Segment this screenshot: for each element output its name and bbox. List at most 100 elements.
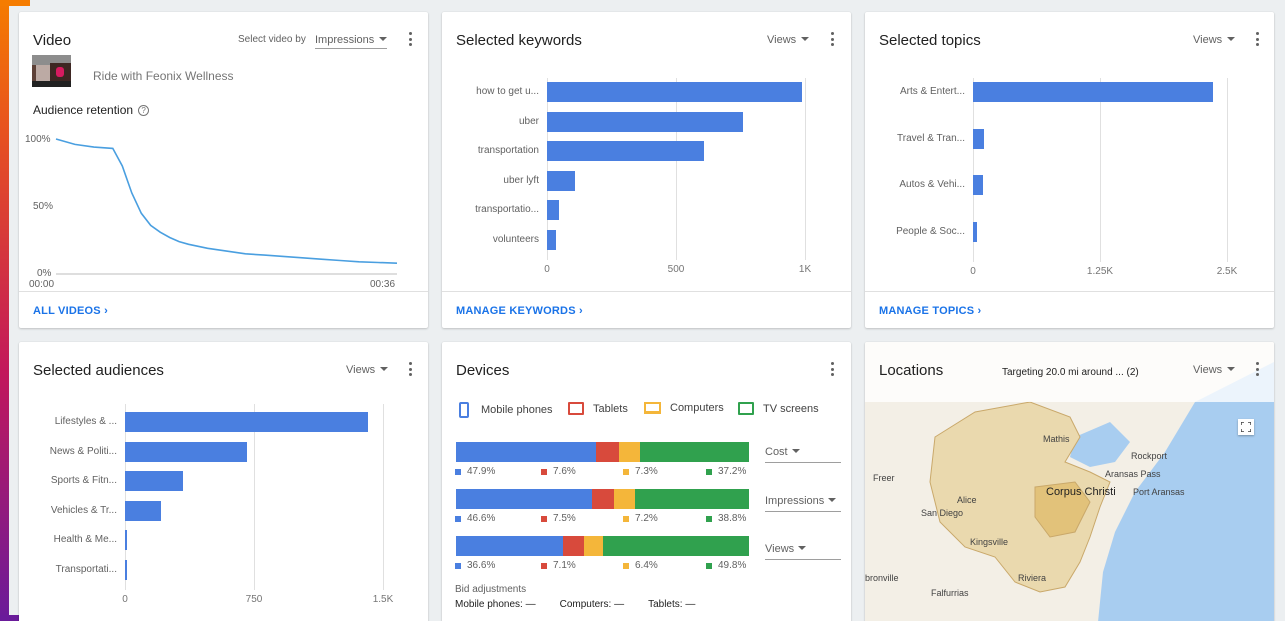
- more-options-icon[interactable]: [405, 30, 415, 48]
- device-share-label: 7.6%: [541, 466, 576, 477]
- footer-divider: [442, 291, 851, 292]
- fullscreen-glyph: [1241, 422, 1251, 432]
- topic-bar[interactable]: [973, 82, 1213, 102]
- chevron-down-icon: [798, 546, 807, 550]
- topic-category-label: Travel & Tran...: [897, 132, 965, 144]
- views-dropdown[interactable]: Views: [765, 543, 841, 560]
- device-share-value: 7.5%: [553, 513, 576, 524]
- keyword-category-label: how to get u...: [476, 86, 539, 97]
- all-videos-link[interactable]: ALL VIDEOS ›: [33, 305, 108, 317]
- more-options-icon[interactable]: [1252, 360, 1262, 378]
- stacked-bar-cost[interactable]: [456, 442, 749, 462]
- stacked-segment[interactable]: [456, 489, 593, 509]
- all-videos-link-text: ALL VIDEOS: [33, 305, 101, 317]
- audiences-bar-chart: 0 750 1.5K Lifestyles & ... News & Politi...…: [19, 342, 428, 621]
- legend-mobile-phones[interactable]: Mobile phones: [459, 402, 553, 418]
- keyword-bar[interactable]: [547, 229, 557, 250]
- stacked-segment[interactable]: [584, 536, 603, 556]
- legend-swatch: [706, 515, 712, 522]
- topics-card: Selected topics Views 0 1.25K 2.5K Arts & E…: [865, 12, 1274, 328]
- help-circle-icon[interactable]: ?: [138, 104, 150, 116]
- device-share-value: 7.6%: [553, 466, 576, 477]
- locations-metric-dropdown[interactable]: Views: [1193, 364, 1236, 376]
- audience-bar[interactable]: [125, 559, 127, 580]
- topic-bar[interactable]: [973, 221, 978, 242]
- keyword-gridline: [676, 78, 677, 260]
- stacked-segment[interactable]: [592, 489, 615, 509]
- targeting-text: Targeting 20.0 mi around ... (2): [1002, 367, 1139, 378]
- device-share-value: 46.6%: [467, 513, 496, 524]
- fullscreen-icon[interactable]: [1238, 419, 1254, 435]
- device-share-value: 7.1%: [553, 560, 576, 571]
- audience-bar[interactable]: [125, 471, 184, 491]
- x-tick-label: 00:36: [370, 279, 395, 290]
- chevron-down-icon: [828, 498, 837, 502]
- manage-keywords-link[interactable]: MANAGE KEYWORDS ›: [456, 305, 583, 317]
- bid-adjustments-label: Bid adjustments: [455, 584, 527, 595]
- stacked-bar-views[interactable]: [456, 536, 749, 556]
- stacked-segment[interactable]: [618, 442, 640, 462]
- audience-x-tick-label: 0: [122, 594, 128, 605]
- audience-bar[interactable]: [125, 530, 127, 550]
- keyword-bar[interactable]: [547, 141, 705, 161]
- audience-bar[interactable]: [125, 500, 162, 521]
- legend-tv-screens[interactable]: TV screens: [738, 402, 819, 415]
- device-share-label: 47.9%: [455, 466, 495, 477]
- tv-icon: [738, 402, 754, 415]
- locations-map[interactable]: [865, 342, 1274, 621]
- device-share-label: 38.8%: [706, 513, 746, 524]
- legend-swatch: [706, 562, 712, 569]
- topic-bar[interactable]: [973, 175, 984, 195]
- audience-x-tick-label: 750: [245, 594, 263, 605]
- more-options-icon[interactable]: [827, 360, 837, 378]
- keyword-bar[interactable]: [547, 200, 559, 220]
- x-tick-label: 00:00: [29, 279, 54, 290]
- video-thumbnail[interactable]: [32, 55, 71, 87]
- video-card: Video Select video by Impressions Ride w…: [19, 12, 428, 328]
- y-tick-label: 0%: [37, 268, 52, 279]
- legend-swatch: [455, 562, 461, 569]
- audience-category-label: Lifestyles & ...: [54, 416, 117, 427]
- device-share-label: 7.1%: [541, 560, 576, 571]
- legend-tablets[interactable]: Tablets: [568, 402, 628, 415]
- stacked-bar-impressions[interactable]: [456, 489, 749, 509]
- stacked-segment[interactable]: [639, 442, 749, 462]
- stacked-segment[interactable]: [614, 489, 636, 509]
- chevron-down-icon: [791, 449, 800, 453]
- topics-bar-chart: 0 1.25K 2.5K Arts & Entert... Travel & Tran.…: [865, 12, 1274, 292]
- cost-dropdown[interactable]: Cost: [765, 446, 841, 463]
- bid-tablets-label: Tablets:: [648, 599, 683, 610]
- keyword-category-label: transportatio...: [475, 204, 539, 215]
- locations-card: Mathis Rockport Aransas Pass Freer Alice…: [865, 342, 1274, 621]
- topic-bar[interactable]: [973, 128, 985, 149]
- device-share-value: 49.8%: [718, 560, 747, 571]
- stacked-segment[interactable]: [563, 536, 585, 556]
- retention-line: [55, 138, 398, 264]
- audience-category-label: Transportati...: [55, 563, 117, 575]
- video-title[interactable]: Ride with Feonix Wellness: [93, 69, 234, 83]
- stacked-segment[interactable]: [456, 536, 564, 556]
- stacked-segment[interactable]: [596, 442, 619, 462]
- keyword-x-tick-label: 0: [544, 264, 550, 275]
- manage-topics-link[interactable]: MANAGE TOPICS ›: [879, 305, 981, 317]
- topic-gridline: [1100, 78, 1101, 262]
- impressions-dropdown[interactable]: Impressions: [765, 495, 841, 512]
- audience-bar[interactable]: [125, 441, 248, 462]
- keyword-bar[interactable]: [547, 111, 744, 132]
- views-dropdown-label: Views: [765, 543, 795, 555]
- audience-bar[interactable]: [125, 412, 368, 432]
- legend-computers[interactable]: Computers: [644, 402, 724, 414]
- footer-divider: [19, 291, 428, 292]
- stacked-segment[interactable]: [456, 442, 597, 462]
- map-label: Riviera: [1018, 573, 1047, 583]
- video-card-title: Video: [33, 32, 72, 49]
- y-tick-label: 100%: [25, 134, 51, 145]
- locations-card-title: Locations: [879, 362, 944, 379]
- keyword-bar[interactable]: [547, 82, 803, 102]
- device-share-label: 7.5%: [541, 513, 576, 524]
- devices-card-title: Devices: [456, 362, 510, 379]
- stacked-segment[interactable]: [602, 536, 749, 556]
- select-video-dropdown[interactable]: Impressions: [315, 34, 388, 49]
- keyword-bar[interactable]: [547, 170, 576, 191]
- stacked-segment[interactable]: [635, 489, 749, 509]
